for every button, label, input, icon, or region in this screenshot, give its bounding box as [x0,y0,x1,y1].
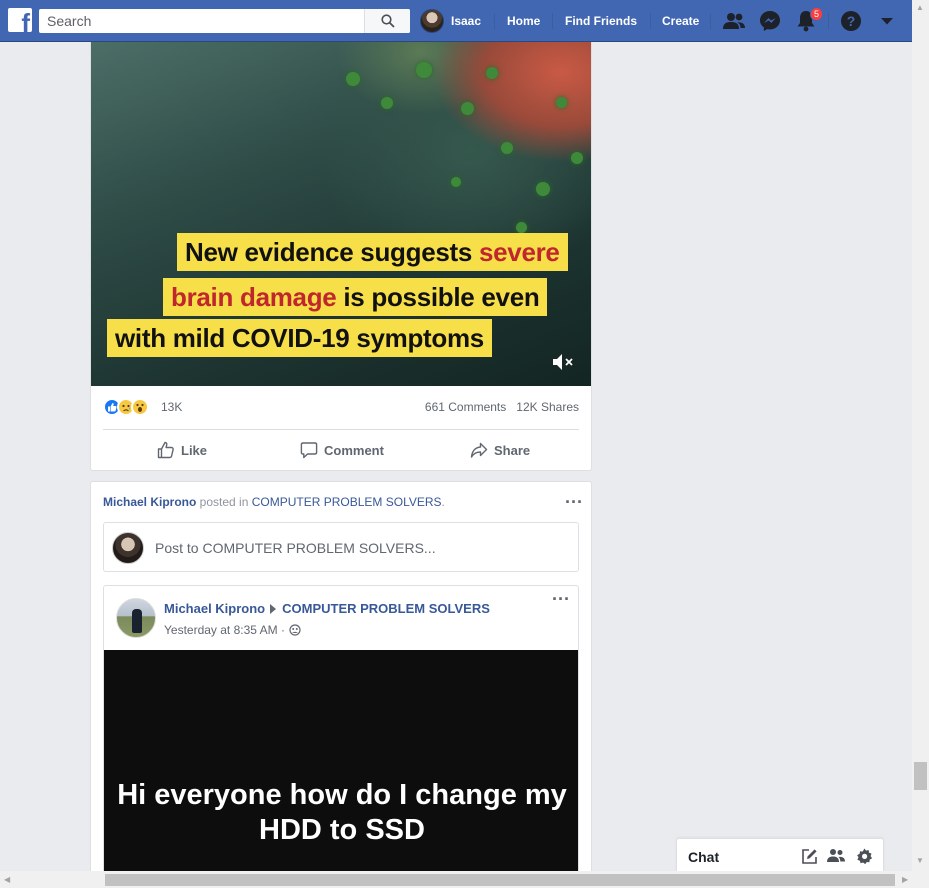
notifications-badge: 5 [810,7,824,21]
vertical-scrollbar-thumb[interactable] [914,762,927,790]
help-icon[interactable]: ? [839,9,863,33]
comment-button[interactable]: Comment [300,439,384,461]
caption-line-1: New evidence suggests severe [177,233,568,271]
nav-divider [650,13,651,29]
share-icon [470,442,488,458]
reaction-icons[interactable] [103,398,149,416]
facebook-logo-icon[interactable]: f [8,8,32,32]
post-header: Michael Kiprono posted in COMPUTER PROBL… [103,495,445,509]
friend-requests-icon[interactable] [722,9,746,33]
header-period: . [441,495,445,509]
post-options-icon[interactable]: ··· [565,493,583,511]
chat-bar[interactable]: Chat [676,838,884,871]
caption-line-2: brain damage is possible even [163,278,548,316]
profile-link[interactable]: Isaac [420,9,481,33]
composer-placeholder: Post to COMPUTER PROBLEM SOLVERS... [155,540,436,556]
author-name-link[interactable]: Michael Kiprono [164,601,265,616]
caption-line-3: with mild COVID-19 symptoms [107,319,492,357]
scroll-down-arrow-icon[interactable]: ▼ [916,857,924,865]
share-button[interactable]: Share [470,439,530,461]
nav-divider [828,13,829,29]
nav-divider [552,13,553,29]
shared-post-header: Michael Kiprono COMPUTER PROBLEM SOLVERS [164,601,490,616]
caret-right-icon [270,603,277,614]
avatar [112,532,144,564]
wow-reaction-icon [131,398,149,416]
group-composer[interactable]: Post to COMPUTER PROBLEM SOLVERS... [103,522,579,572]
group-post: Michael Kiprono posted in COMPUTER PROBL… [90,481,592,885]
poster-name-link[interactable]: Michael Kiprono [103,495,196,509]
search-box [39,9,410,33]
shared-post: Michael Kiprono COMPUTER PROBLEM SOLVERS… [103,585,579,885]
search-button[interactable] [364,9,410,33]
comment-icon [300,442,318,459]
comment-label: Comment [324,442,384,458]
chat-settings-gear-icon[interactable] [855,847,873,865]
profile-name: Isaac [451,14,482,28]
nav-create[interactable]: Create [662,9,699,33]
divider [103,429,579,430]
feed-post: New evidence suggests severe brain damag… [90,42,592,471]
horizontal-scrollbar-thumb[interactable] [105,874,895,886]
like-button[interactable]: Like [157,439,207,461]
like-icon [157,441,174,459]
timestamp-link[interactable]: Yesterday at 8:35 AM · [164,623,285,637]
share-label: Share [494,442,531,458]
author-avatar[interactable] [116,598,156,638]
group-audience-icon [289,624,301,636]
text-background-post[interactable]: Hi everyone how do I change my HDD to SS… [104,650,578,885]
scroll-up-arrow-icon[interactable]: ▲ [916,4,924,12]
nav-divider [710,13,711,29]
like-label: Like [181,442,208,458]
search-icon [380,14,395,28]
timestamp: Yesterday at 8:35 AM · [164,623,301,637]
create-group-icon[interactable] [827,847,845,865]
reactions-summary: 13K 661 Comments 12K Shares [103,396,579,418]
nav-divider [494,13,495,29]
reactions-count[interactable]: 13K [161,400,182,414]
avatar [420,9,444,33]
post-text: Hi everyone how do I change my HDD to SS… [117,779,567,846]
search-input[interactable] [39,9,365,33]
scroll-left-arrow-icon[interactable]: ◀ [4,876,10,884]
comments-count[interactable]: 661 Comments [425,400,506,414]
new-message-icon[interactable] [800,847,818,865]
group-link[interactable]: COMPUTER PROBLEM SOLVERS [252,495,442,509]
video-player[interactable]: New evidence suggests severe brain damag… [91,42,591,386]
top-navigation-bar: f Isaac Home Find Friends Create 5 ? [0,0,912,42]
mute-icon[interactable] [551,352,575,375]
shared-group-link[interactable]: COMPUTER PROBLEM SOLVERS [282,601,490,616]
chat-label: Chat [688,849,720,865]
shares-count[interactable]: 12K Shares [516,400,579,414]
vertical-scrollbar[interactable] [912,0,929,871]
shared-post-options-icon[interactable]: ··· [552,590,570,608]
account-menu-chevron-down-icon[interactable] [875,9,899,33]
scroll-right-arrow-icon[interactable]: ▶ [902,876,908,884]
messenger-icon[interactable] [758,9,782,33]
nav-home[interactable]: Home [507,9,540,33]
svg-text:?: ? [847,13,856,29]
nav-find-friends[interactable]: Find Friends [565,9,637,33]
comments-shares-count: 661 Comments 12K Shares [425,400,579,414]
posted-in-text: posted in [196,495,252,509]
